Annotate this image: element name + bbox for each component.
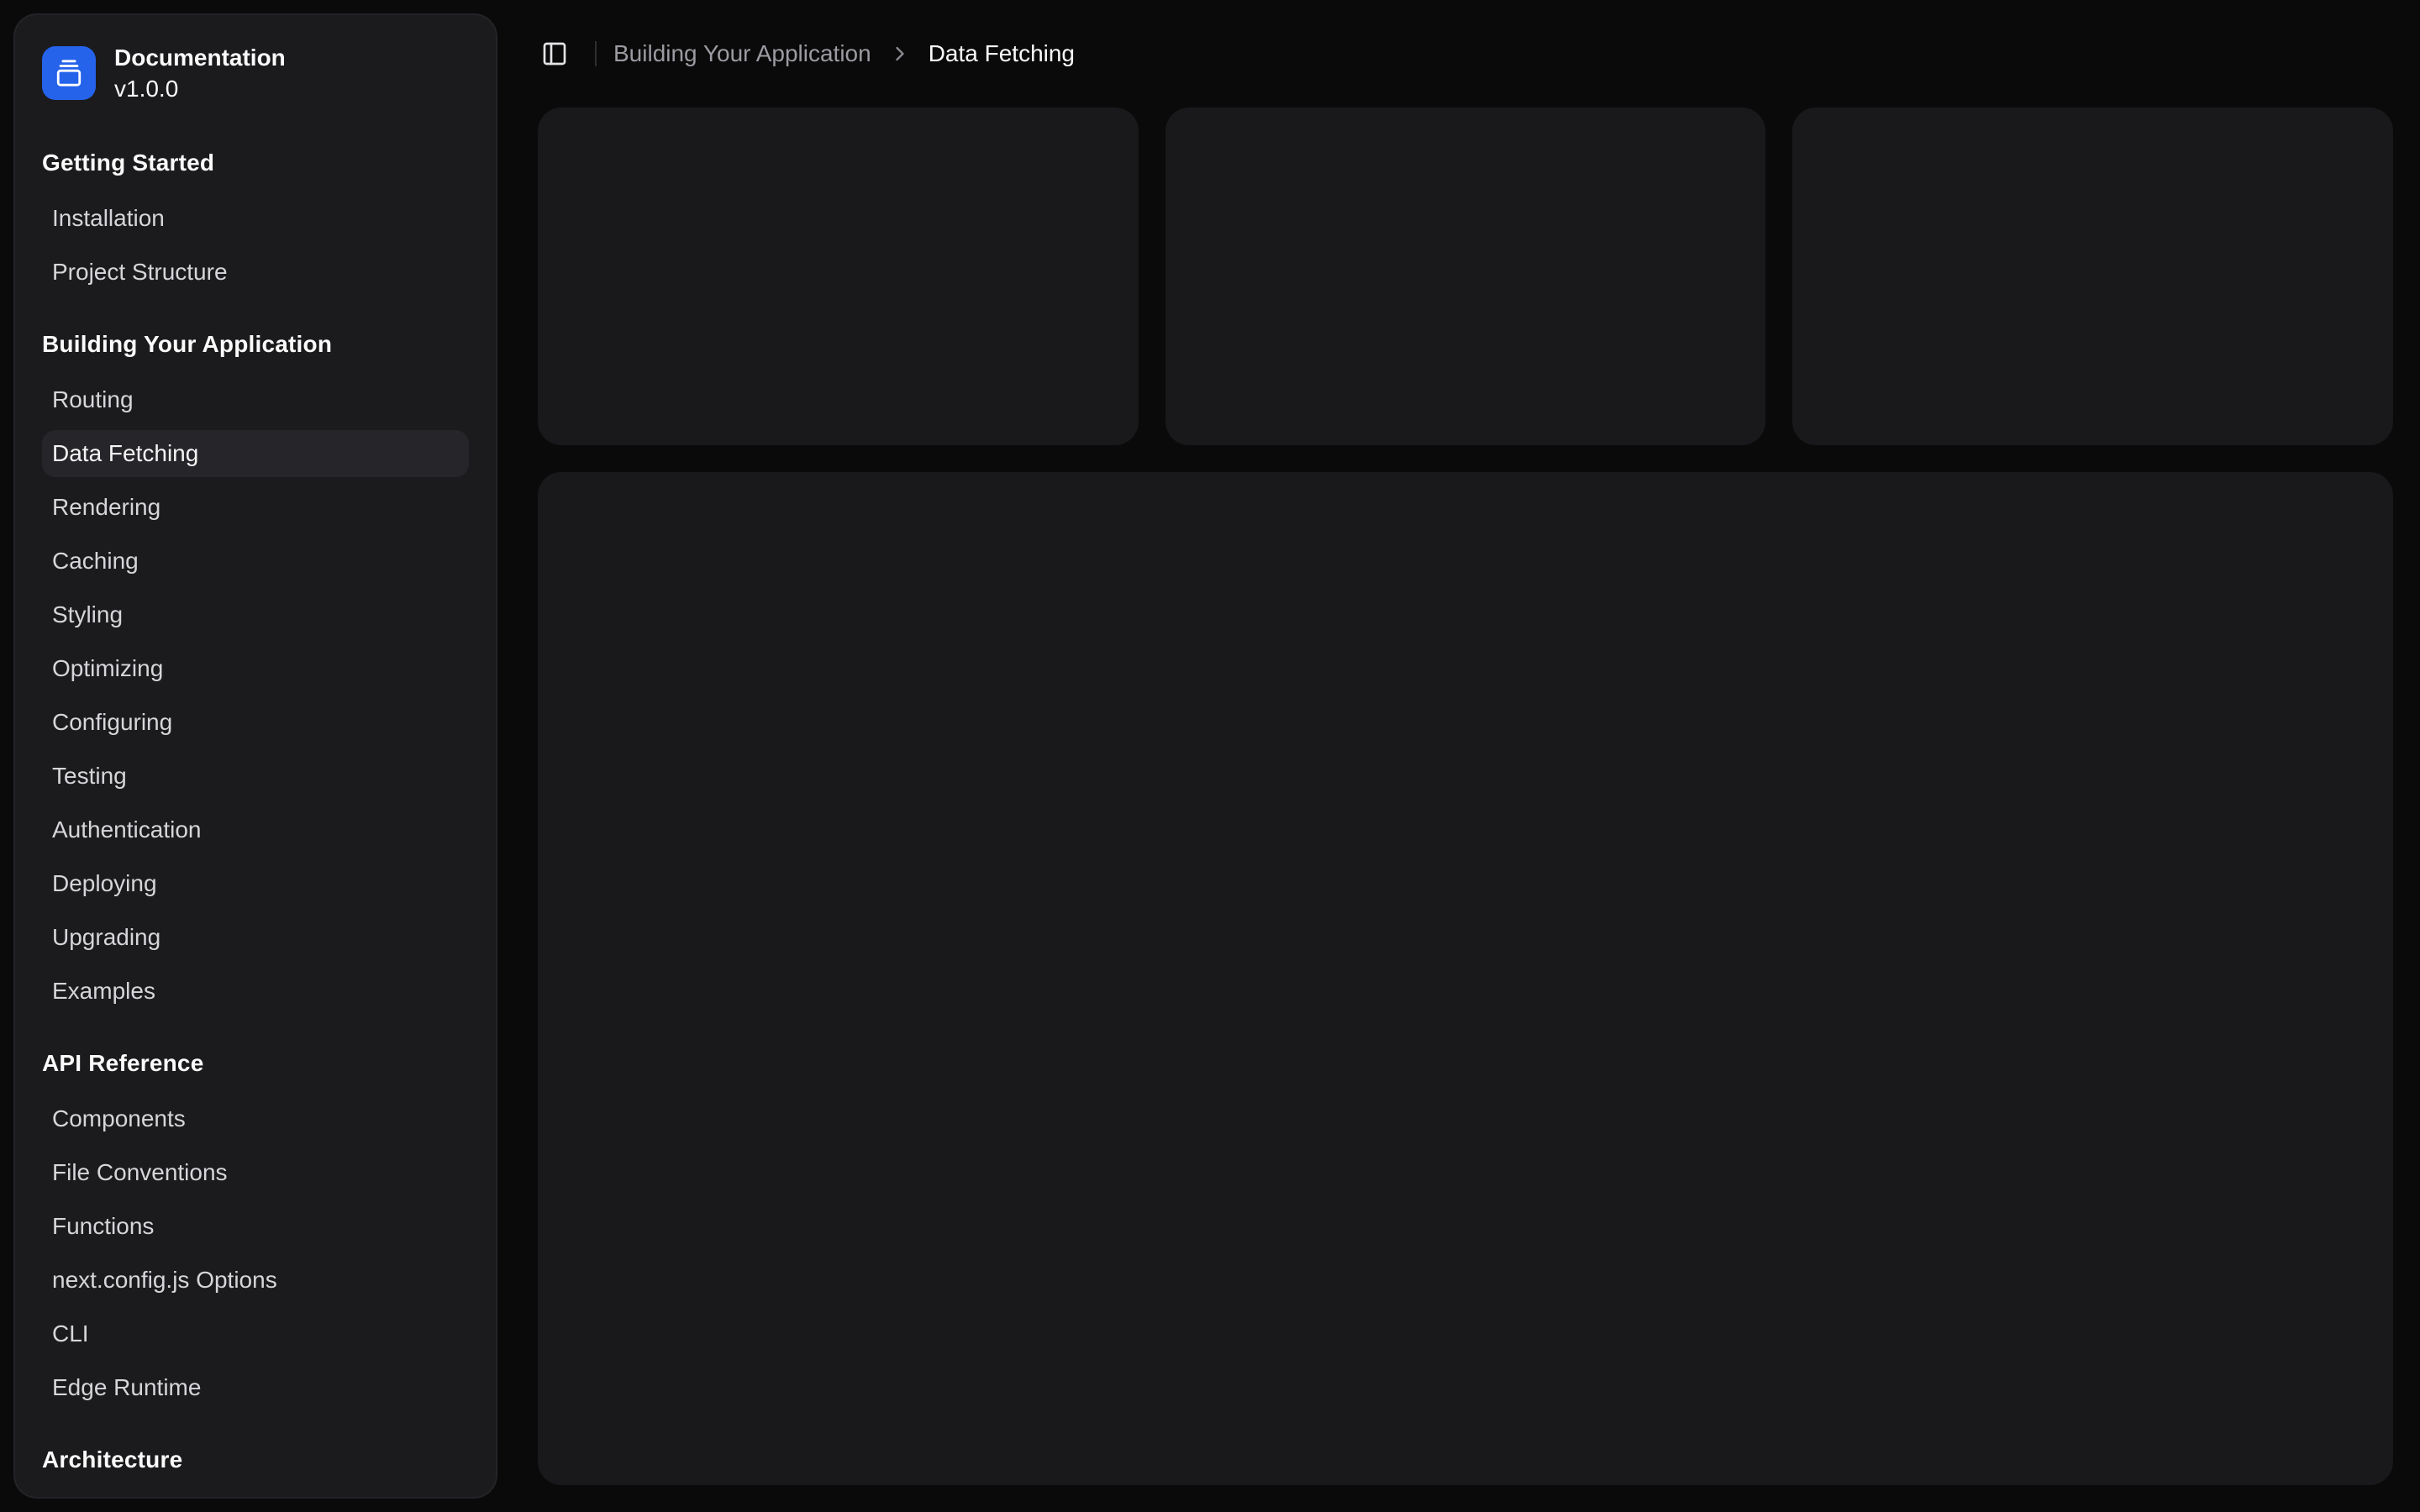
sidebar-item-upgrading[interactable]: Upgrading bbox=[42, 914, 469, 961]
sidebar-group: Building Your Application Routing Data F… bbox=[29, 323, 482, 1018]
sidebar-menu-row: File Conventions bbox=[42, 1146, 469, 1200]
breadcrumb-current-page: Data Fetching bbox=[929, 40, 1075, 67]
sidebar-menu-row: Components bbox=[42, 1092, 469, 1146]
sidebar-menu-row: Accessibility bbox=[42, 1488, 469, 1499]
sidebar-toggle-button[interactable] bbox=[531, 30, 578, 77]
sidebar-item-deploying[interactable]: Deploying bbox=[42, 860, 469, 907]
sidebar-item-optimizing[interactable]: Optimizing bbox=[42, 645, 469, 692]
sidebar-item-cli[interactable]: CLI bbox=[42, 1310, 469, 1357]
sidebar-item-routing[interactable]: Routing bbox=[42, 376, 469, 423]
sidebar-item-configuring[interactable]: Configuring bbox=[42, 699, 469, 746]
sidebar-menu-row: Installation bbox=[42, 192, 469, 245]
sidebar-menu-row: CLI bbox=[42, 1307, 469, 1361]
header-separator bbox=[595, 41, 597, 66]
sidebar-menu: Installation Project Structure bbox=[42, 192, 469, 299]
placeholder-card bbox=[538, 108, 1139, 445]
app-title-block: Documentation v1.0.0 bbox=[114, 42, 286, 104]
sidebar-menu-row: Routing bbox=[42, 373, 469, 427]
sidebar-menu-row: Deploying bbox=[42, 857, 469, 911]
placeholder-card-row bbox=[538, 108, 2393, 445]
sidebar-menu-row: Project Structure bbox=[42, 245, 469, 299]
sidebar-item-data-fetching[interactable]: Data Fetching bbox=[42, 430, 469, 477]
sidebar-group: Architecture Accessibility bbox=[29, 1438, 482, 1499]
app-title: Documentation bbox=[114, 42, 286, 73]
sidebar-menu-row: Upgrading bbox=[42, 911, 469, 964]
sidebar-menu-row: Edge Runtime bbox=[42, 1361, 469, 1415]
sidebar-item-project-structure[interactable]: Project Structure bbox=[42, 249, 469, 296]
sidebar-nav: Getting Started Installation Project Str… bbox=[29, 141, 482, 1499]
app-version: v1.0.0 bbox=[114, 73, 286, 104]
app-logo bbox=[42, 46, 96, 100]
sidebar-menu-row: Caching bbox=[42, 534, 469, 588]
sidebar-item-installation[interactable]: Installation bbox=[42, 195, 469, 242]
sidebar-item-file-conventions[interactable]: File Conventions bbox=[42, 1149, 469, 1196]
sidebar-group-label: Architecture bbox=[42, 1438, 469, 1482]
sidebar-group-label: Building Your Application bbox=[42, 323, 469, 366]
sidebar-menu-row: Functions bbox=[42, 1200, 469, 1253]
content-area bbox=[511, 108, 2420, 1512]
sidebar-group-label: API Reference bbox=[42, 1042, 469, 1085]
placeholder-card bbox=[1792, 108, 2393, 445]
sidebar-menu: Accessibility bbox=[42, 1488, 469, 1499]
sidebar-menu-row: Examples bbox=[42, 964, 469, 1018]
placeholder-card bbox=[1165, 108, 1766, 445]
header: Building Your Application Data Fetching bbox=[511, 0, 2420, 108]
sidebar-menu: Components File Conventions Functions ne… bbox=[42, 1092, 469, 1415]
sidebar-item-caching[interactable]: Caching bbox=[42, 538, 469, 585]
sidebar-item-styling[interactable]: Styling bbox=[42, 591, 469, 638]
sidebar-menu-row: Authentication bbox=[42, 803, 469, 857]
sidebar-group: API Reference Components File Convention… bbox=[29, 1042, 482, 1415]
main-content: Building Your Application Data Fetching bbox=[511, 0, 2420, 1512]
sidebar-menu: Routing Data Fetching Rendering Caching … bbox=[42, 373, 469, 1018]
sidebar-item-testing[interactable]: Testing bbox=[42, 753, 469, 800]
sidebar-group: Getting Started Installation Project Str… bbox=[29, 141, 482, 299]
sidebar-panel: Documentation v1.0.0 Getting Started Ins… bbox=[13, 13, 497, 1499]
sidebar-menu-row: Data Fetching bbox=[42, 427, 469, 480]
sidebar-item-examples[interactable]: Examples bbox=[42, 968, 469, 1015]
sidebar-menu-row: Styling bbox=[42, 588, 469, 642]
sidebar-item-next-config-js-options[interactable]: next.config.js Options bbox=[42, 1257, 469, 1304]
sidebar-item-edge-runtime[interactable]: Edge Runtime bbox=[42, 1364, 469, 1411]
sidebar-item-rendering[interactable]: Rendering bbox=[42, 484, 469, 531]
sidebar-group-label: Getting Started bbox=[42, 141, 469, 185]
gallery-vertical-end-icon bbox=[55, 59, 83, 87]
chevron-right-icon bbox=[888, 42, 912, 66]
version-switcher-button[interactable]: Documentation v1.0.0 bbox=[29, 29, 482, 118]
breadcrumb-parent-link[interactable]: Building Your Application bbox=[613, 40, 871, 67]
sidebar-menu-row: Configuring bbox=[42, 696, 469, 749]
sidebar-item-functions[interactable]: Functions bbox=[42, 1203, 469, 1250]
sidebar: Documentation v1.0.0 Getting Started Ins… bbox=[0, 0, 511, 1512]
breadcrumb: Building Your Application Data Fetching bbox=[613, 40, 1075, 67]
sidebar-menu-row: Testing bbox=[42, 749, 469, 803]
sidebar-menu-row: next.config.js Options bbox=[42, 1253, 469, 1307]
sidebar-menu-row: Rendering bbox=[42, 480, 469, 534]
sidebar-item-authentication[interactable]: Authentication bbox=[42, 806, 469, 853]
sidebar-menu-row: Optimizing bbox=[42, 642, 469, 696]
placeholder-panel bbox=[538, 472, 2393, 1485]
sidebar-item-accessibility[interactable]: Accessibility bbox=[42, 1492, 469, 1499]
panel-left-icon bbox=[541, 40, 568, 67]
sidebar-item-components[interactable]: Components bbox=[42, 1095, 469, 1142]
